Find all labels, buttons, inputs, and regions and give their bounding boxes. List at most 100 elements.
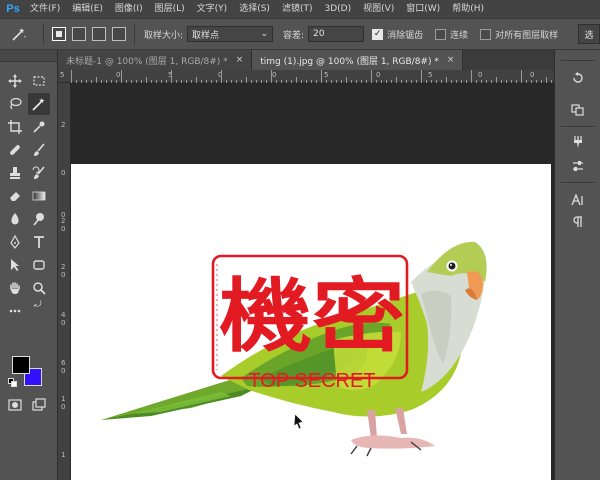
eyedropper-tool[interactable] bbox=[28, 116, 50, 138]
eraser-tool[interactable] bbox=[4, 185, 26, 207]
document-canvas[interactable]: 機密 TOP SECRET bbox=[71, 164, 551, 480]
ruler-ticks bbox=[71, 70, 552, 83]
all-layers-checkbox[interactable] bbox=[480, 28, 492, 40]
eraser-icon bbox=[10, 192, 20, 201]
screen-mode-button[interactable] bbox=[28, 394, 50, 416]
path-selection-tool[interactable] bbox=[4, 254, 26, 276]
hand-tool[interactable] bbox=[4, 277, 26, 299]
clone-stamp-tool[interactable] bbox=[4, 162, 26, 184]
paragraph-icon bbox=[573, 216, 582, 227]
tab-untitled[interactable]: 未标题-1 @ 100% (图层 1, RGB/8#) * × bbox=[58, 50, 253, 70]
ruler-tick-label: 0 bbox=[61, 225, 66, 233]
brush-tool[interactable] bbox=[28, 139, 50, 161]
close-icon[interactable]: × bbox=[447, 55, 455, 65]
adjustments-button[interactable] bbox=[567, 156, 589, 176]
brush-settings-button[interactable] bbox=[567, 132, 589, 152]
magic-wand-tool[interactable] bbox=[28, 93, 50, 115]
menu-type[interactable]: 文字(Y) bbox=[191, 0, 234, 18]
blur-tool[interactable] bbox=[4, 208, 26, 230]
intersect-selection-button[interactable] bbox=[112, 27, 126, 41]
quick-mask-button[interactable] bbox=[4, 394, 26, 416]
eyedropper-icon bbox=[33, 121, 45, 133]
healing-brush-tool[interactable] bbox=[4, 139, 26, 161]
ruler-tick-label: 2 bbox=[61, 121, 66, 129]
pen-icon bbox=[10, 235, 20, 249]
marquee-tool[interactable] bbox=[28, 70, 50, 92]
droplet-icon bbox=[11, 213, 19, 225]
stamp-icon bbox=[10, 167, 20, 179]
tolerance-input[interactable]: 20 bbox=[308, 26, 365, 42]
tab-timg[interactable]: timg (1).jpg @ 100% (图层 1, RGB/8#) * × bbox=[252, 50, 464, 70]
select-and-mask-button[interactable]: 选 bbox=[578, 24, 600, 44]
dodge-tool[interactable] bbox=[28, 208, 50, 230]
menu-3d[interactable]: 3D(D) bbox=[318, 0, 357, 18]
subtract-selection-button[interactable] bbox=[92, 27, 106, 41]
antialias-label: 消除锯齿 bbox=[387, 30, 424, 41]
tool-preset-picker[interactable] bbox=[0, 22, 38, 46]
zoom-tool[interactable] bbox=[28, 277, 50, 299]
bandage-icon bbox=[10, 145, 20, 155]
menu-image[interactable]: 图像(I) bbox=[109, 0, 149, 18]
document-tabs: 未标题-1 @ 100% (图层 1, RGB/8#) * × timg (1)… bbox=[58, 50, 554, 70]
menu-view[interactable]: 视图(V) bbox=[357, 0, 400, 18]
history-brush-tool[interactable] bbox=[28, 162, 50, 184]
antialias-checkbox[interactable]: ✓ bbox=[372, 28, 384, 40]
menu-edit[interactable]: 编辑(E) bbox=[66, 0, 109, 18]
menu-bar: Ps 文件(F) 编辑(E) 图像(I) 图层(L) 文字(Y) 选择(S) 滤… bbox=[0, 0, 600, 18]
divider bbox=[561, 60, 595, 61]
crop-tool[interactable] bbox=[4, 116, 26, 138]
character-styles-button[interactable] bbox=[567, 100, 589, 120]
type-icon bbox=[34, 236, 44, 248]
ruler-tick-label: 1 bbox=[61, 395, 66, 403]
swap-colors-icon[interactable]: ⤾ bbox=[34, 300, 44, 310]
rectangle-tool[interactable] bbox=[28, 254, 50, 276]
foreground-color-swatch[interactable] bbox=[12, 356, 30, 374]
character-panel-button[interactable] bbox=[567, 190, 589, 210]
menu-select[interactable]: 选择(S) bbox=[233, 0, 276, 18]
ruler-tick-label: 0 bbox=[61, 271, 66, 279]
move-tool[interactable] bbox=[4, 70, 26, 92]
pen-tool[interactable] bbox=[4, 231, 26, 253]
ruler-tick-label: 2 bbox=[61, 217, 66, 225]
ruler-tick-label: 5 bbox=[60, 71, 65, 79]
paragraph-panel-button[interactable] bbox=[567, 212, 589, 232]
sample-size-label: 取样大小: bbox=[144, 30, 184, 41]
sample-size-select[interactable]: 取样点 ⌄ bbox=[187, 26, 274, 42]
photoshop-logo[interactable]: Ps bbox=[2, 0, 24, 18]
history-icon bbox=[573, 72, 583, 83]
character-icon bbox=[571, 194, 583, 206]
more-icon bbox=[9, 309, 21, 313]
history-panel-button[interactable] bbox=[567, 68, 589, 88]
ruler-tick-label: 0 bbox=[61, 367, 66, 375]
menu-help[interactable]: 帮助(H) bbox=[446, 0, 490, 18]
new-selection-button[interactable] bbox=[52, 27, 66, 41]
more-tools-button[interactable] bbox=[4, 300, 26, 322]
divider bbox=[561, 126, 595, 127]
divider bbox=[43, 23, 44, 45]
dodge-icon bbox=[33, 213, 44, 226]
tab-label: timg (1).jpg @ 100% (图层 1, RGB/8#) * bbox=[260, 56, 439, 67]
menu-file[interactable]: 文件(F) bbox=[24, 0, 66, 18]
default-colors-icon[interactable] bbox=[8, 378, 17, 387]
tools-panel: ⤾ bbox=[0, 50, 58, 480]
type-tool[interactable] bbox=[28, 231, 50, 253]
ruler-tick-label: 1 bbox=[61, 451, 66, 459]
rounded-rect-icon bbox=[33, 260, 45, 270]
magic-wand-icon bbox=[32, 98, 45, 111]
zoom-icon bbox=[33, 282, 46, 295]
contiguous-checkbox[interactable] bbox=[435, 28, 447, 40]
gradient-tool[interactable] bbox=[28, 185, 50, 207]
add-to-selection-button[interactable] bbox=[72, 27, 86, 41]
ruler-tick-label: 6 bbox=[61, 359, 66, 367]
parrot-image: 機密 bbox=[101, 241, 487, 457]
menu-layer[interactable]: 图层(L) bbox=[149, 0, 191, 18]
lasso-tool[interactable] bbox=[4, 93, 26, 115]
ruler-tick-label: 0 bbox=[61, 403, 66, 411]
panel-grip[interactable] bbox=[0, 50, 57, 62]
canvas-pasteboard[interactable]: 機密 TOP SECRET bbox=[71, 83, 554, 480]
stamp-text: 機密 bbox=[219, 270, 405, 363]
ruler-tick-label: 0 bbox=[61, 169, 66, 177]
menu-window[interactable]: 窗口(W) bbox=[400, 0, 446, 18]
menu-filter[interactable]: 滤镜(T) bbox=[276, 0, 319, 18]
close-icon[interactable]: × bbox=[236, 55, 244, 65]
